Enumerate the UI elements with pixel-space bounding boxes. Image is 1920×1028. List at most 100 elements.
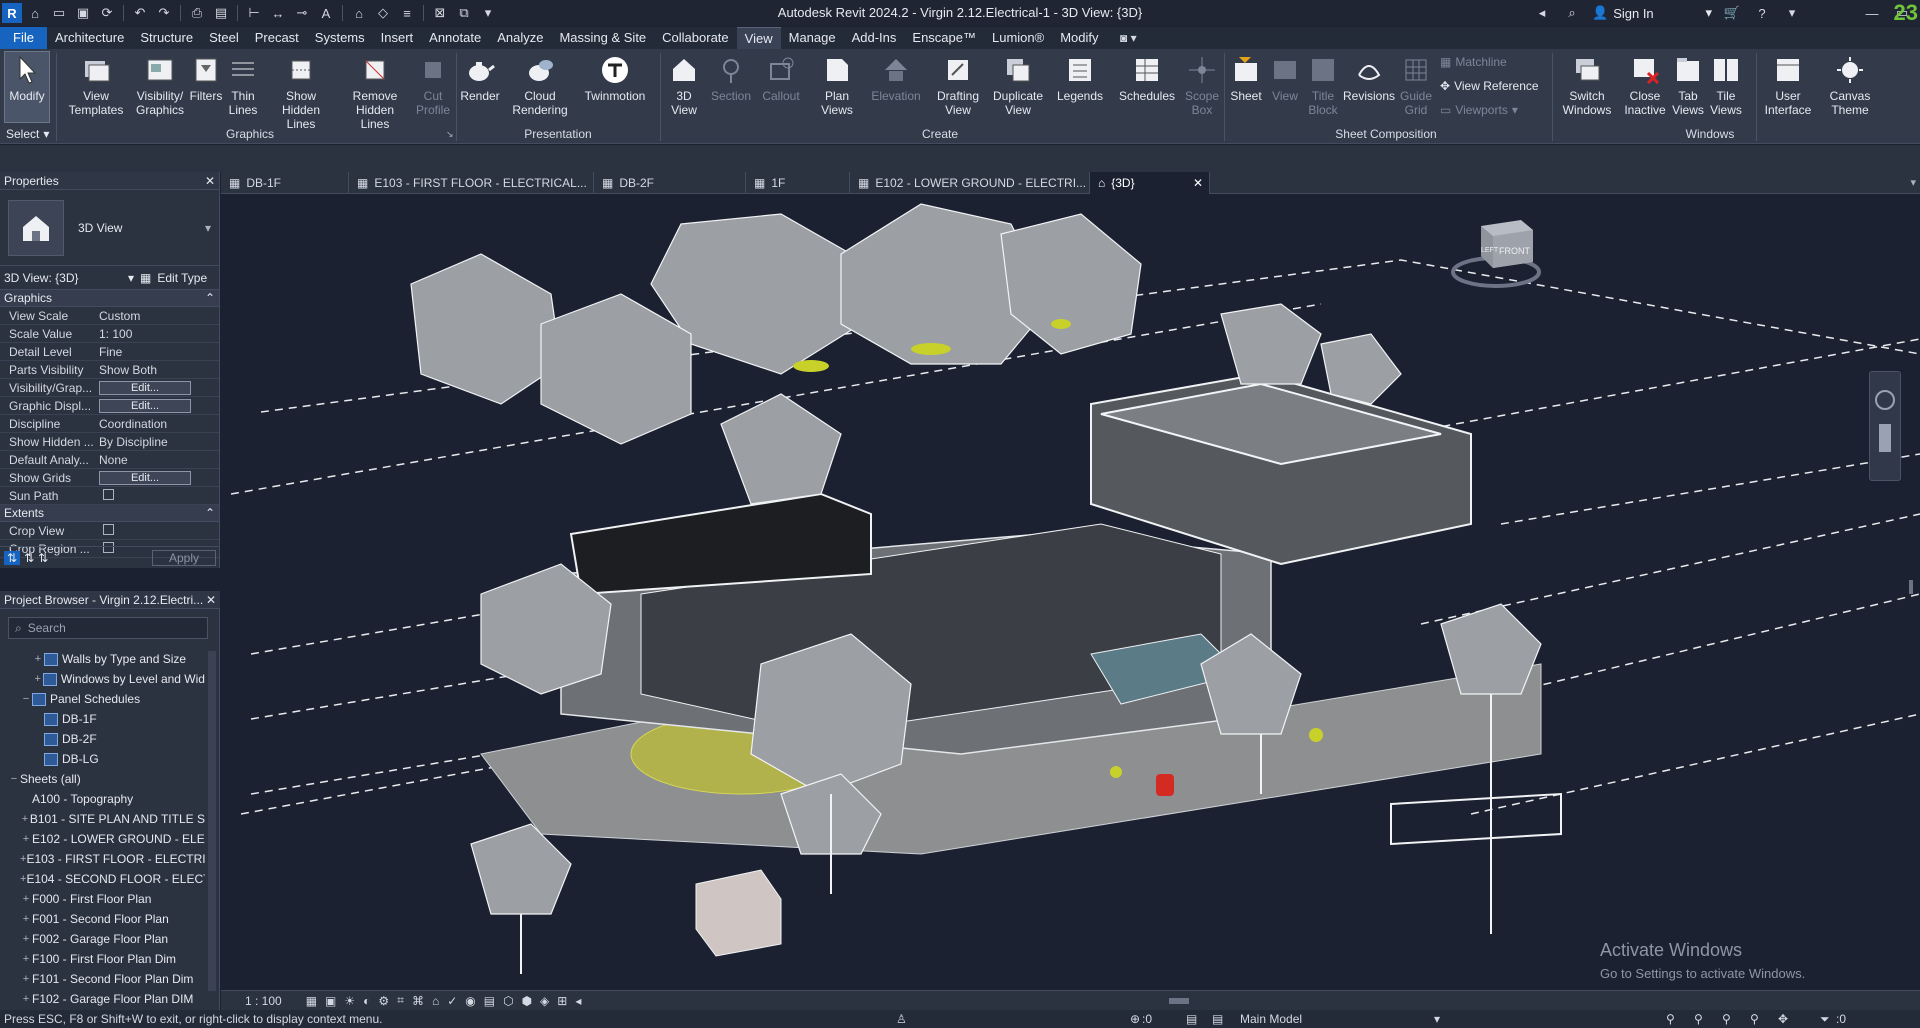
render-button[interactable]: Render — [458, 53, 502, 103]
help-dropdown-icon[interactable]: ▾ — [1782, 5, 1802, 21]
expand-toggle-icon[interactable]: + — [20, 913, 32, 925]
viewcube[interactable]: FRONT LEFT — [1451, 214, 1541, 294]
categorized-icon[interactable]: ⇅ — [4, 550, 21, 565]
close-inactive-button[interactable]: Close Inactive — [1620, 53, 1670, 117]
thin-lines-button[interactable]: Thin Lines — [226, 53, 260, 117]
ribbon-tab-analyze[interactable]: Analyze — [489, 27, 551, 49]
ribbon-tab-add-ins[interactable]: Add-Ins — [844, 27, 905, 49]
sort-ascending-icon[interactable]: ⇅ — [24, 551, 34, 565]
show-crop-icon[interactable]: ⌘ — [412, 994, 424, 1008]
active-model[interactable]: Main Model — [1240, 1012, 1302, 1026]
remove-hidden-lines-button[interactable]: Remove Hidden Lines — [340, 53, 410, 131]
undo-icon[interactable]: ↶ — [129, 2, 151, 24]
viewports-dropdown[interactable]: ▭ Viewports ▾ — [1440, 103, 1518, 117]
browser-tree-item[interactable]: + E104 - SECOND FLOOR - ELECT — [0, 869, 205, 889]
elevation-button[interactable]: Elevation — [868, 53, 924, 103]
back-arrow-icon[interactable]: ◂ — [1532, 5, 1552, 21]
scope-box-button[interactable]: Scope Box — [1180, 53, 1224, 117]
property-value[interactable]: Show Both — [96, 363, 219, 377]
sign-in-button[interactable]: 👤 Sign In ▾ — [1592, 5, 1712, 21]
tile-views-button[interactable]: Tile Views — [1706, 53, 1746, 117]
duplicate-view-button[interactable]: Duplicate View — [990, 53, 1046, 117]
measure-icon[interactable]: ⊢ — [243, 2, 265, 24]
contextual-tab-dropdown-icon[interactable]: ◙ ▾ — [1120, 31, 1137, 45]
expand-toggle-icon[interactable]: − — [20, 693, 32, 705]
ribbon-tab-enscape[interactable]: Enscape™ — [904, 27, 984, 49]
section-icon[interactable]: ◇ — [372, 2, 394, 24]
select-dropdown[interactable]: Select ▾ — [6, 127, 49, 141]
canvas-scroll-indicator[interactable] — [1909, 580, 1913, 594]
browser-tree-item[interactable]: + F102 - Garage Floor Plan DIM — [0, 989, 205, 1009]
browser-scrollbar[interactable] — [208, 651, 216, 991]
render-dialog-icon[interactable]: ⚙ — [378, 994, 389, 1008]
drag-elements-icon[interactable]: ✥ — [1778, 1012, 1788, 1026]
highlight-displacement-icon[interactable]: ◈ — [540, 994, 549, 1008]
expand-toggle-icon[interactable]: − — [8, 773, 20, 785]
sun-path-icon[interactable]: ☀ — [344, 994, 355, 1008]
sheet-button[interactable]: Sheet — [1226, 53, 1266, 103]
ribbon-tab-steel[interactable]: Steel — [201, 27, 247, 49]
browser-tree-item[interactable]: + Windows by Level and Wid — [0, 669, 205, 689]
ribbon-tab-manage[interactable]: Manage — [781, 27, 844, 49]
property-edit-button[interactable]: Edit... — [99, 398, 191, 413]
ribbon-tab-file[interactable]: File — [0, 27, 47, 49]
analytical-model-icon[interactable]: ⬢ — [522, 994, 532, 1008]
apply-button[interactable]: Apply — [152, 549, 216, 566]
browser-tree-item[interactable]: + F001 - Second Floor Plan — [0, 909, 205, 929]
property-value[interactable]: Custom — [96, 309, 219, 323]
ribbon-tab-collaborate[interactable]: Collaborate — [654, 27, 737, 49]
ribbon-tab-precast[interactable]: Precast — [247, 27, 307, 49]
tab-views-button[interactable]: Tab Views — [1668, 53, 1708, 117]
type-selector[interactable]: 3D View ▾ — [0, 190, 219, 266]
drafting-view-button[interactable]: Drafting View — [932, 53, 984, 117]
panel-expand-icon[interactable]: ↘ — [446, 129, 454, 140]
browser-tree-item[interactable]: + B101 - SITE PLAN AND TITLE S — [0, 809, 205, 829]
view-templates-button[interactable]: View Templates — [69, 53, 123, 117]
ribbon-tab-modify[interactable]: Modify — [1052, 27, 1106, 49]
default-3d-icon[interactable]: ⌂ — [348, 2, 370, 24]
property-value[interactable]: By Discipline — [96, 435, 219, 449]
view-tab[interactable]: ▦ DB-1F — [221, 172, 349, 194]
edit-type-button[interactable]: Edit Type — [157, 271, 207, 285]
ribbon-tab-massing-site[interactable]: Massing & Site — [551, 27, 654, 49]
temporary-hide-icon[interactable]: ✓ — [447, 994, 457, 1008]
property-value[interactable]: Coordination — [96, 417, 219, 431]
editable-only-icon[interactable]: ▤ — [1212, 1012, 1223, 1026]
3d-view-button[interactable]: 3D View — [664, 53, 704, 117]
steering-wheel-icon[interactable] — [1875, 390, 1895, 410]
revisions-button[interactable]: Revisions — [1342, 53, 1396, 103]
user-interface-button[interactable]: User Interface — [1760, 53, 1816, 117]
view-tab[interactable]: ⌂ {3D} ✕ — [1090, 172, 1210, 194]
cart-icon[interactable]: 🛒 — [1722, 5, 1742, 21]
select-pinned-icon[interactable]: ⚲ — [1722, 1012, 1731, 1026]
expand-toggle-icon[interactable]: + — [20, 893, 32, 905]
reveal-hidden-icon[interactable]: ◉ — [465, 994, 475, 1008]
expand-toggle-icon[interactable]: + — [32, 653, 44, 665]
home-icon[interactable]: ⌂ — [24, 2, 46, 24]
browser-tree-item[interactable]: + E102 - LOWER GROUND - ELE — [0, 829, 205, 849]
text-icon[interactable]: A — [315, 2, 337, 24]
cut-profile-button[interactable]: Cut Profile — [412, 53, 454, 117]
extents-section[interactable]: Extents ⌃ — [0, 505, 219, 522]
design-options-icon[interactable]: ▤ — [1186, 1012, 1197, 1026]
ribbon-tab-lumion[interactable]: Lumion® — [984, 27, 1052, 49]
redo-icon[interactable]: ↷ — [153, 2, 175, 24]
sort-descending-icon[interactable]: ⇅ — [38, 551, 48, 565]
close-hidden-icon[interactable]: ⊠ — [429, 2, 451, 24]
detail-level-icon[interactable]: ▦ — [306, 994, 317, 1008]
schedules-button[interactable]: Schedules — [1116, 53, 1178, 103]
place-view-button[interactable]: View — [1268, 53, 1302, 103]
property-edit-button[interactable]: Edit... — [99, 470, 191, 485]
select-underlay-icon[interactable]: ⚲ — [1694, 1012, 1703, 1026]
worksharing-icon[interactable]: ⬡ — [503, 994, 513, 1008]
ribbon-tab-view[interactable]: View — [736, 27, 781, 49]
instance-selector[interactable]: 3D View: {3D} ▾ — [4, 271, 134, 285]
show-hidden-lines-button[interactable]: Show Hidden Lines — [266, 53, 336, 131]
browser-tree-item[interactable]: DB-1F — [0, 709, 205, 729]
worksets-icon[interactable]: ⊕ — [1130, 1012, 1140, 1026]
view-tab[interactable]: ▦ 1F — [746, 172, 850, 194]
viewcube-left[interactable]: LEFT — [1481, 247, 1499, 254]
expand-toggle-icon[interactable]: + — [20, 813, 30, 825]
scroll-left-icon[interactable]: ◂ — [575, 994, 581, 1008]
help-figure-icon[interactable]: ♙ — [896, 1012, 907, 1026]
